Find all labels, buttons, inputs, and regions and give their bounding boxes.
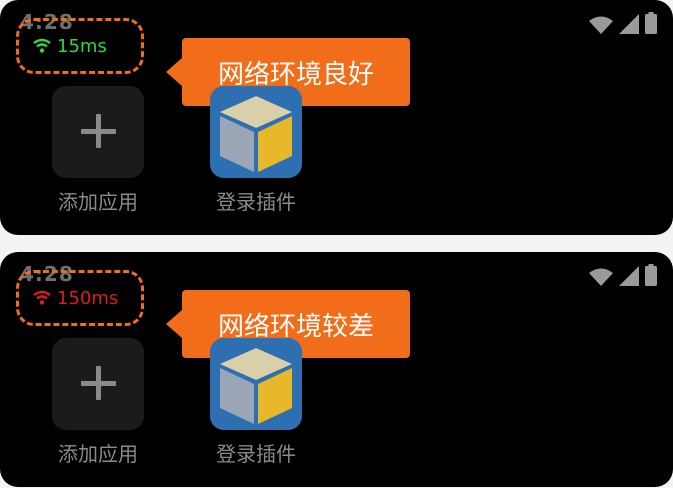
login-plugin-label: 登录插件: [216, 442, 296, 466]
add-app-button[interactable]: [52, 338, 144, 430]
latency-value: 15ms: [57, 35, 107, 57]
add-app-button[interactable]: [52, 86, 144, 178]
battery-icon: [645, 264, 657, 286]
wifi-signal-icon: [589, 16, 613, 34]
add-app-label: 添加应用: [58, 190, 138, 214]
cellular-signal-icon: [619, 14, 639, 34]
plus-icon: [81, 114, 116, 148]
plugin-cube-icon: [210, 338, 302, 430]
latency-value: 150ms: [57, 287, 119, 309]
wifi-signal-icon: [589, 268, 613, 286]
latency-indicator: 15ms: [16, 18, 144, 74]
login-plugin-label: 登录插件: [216, 190, 296, 214]
plugin-cube-icon: [210, 86, 302, 178]
cellular-signal-icon: [619, 266, 639, 286]
battery-icon: [645, 12, 657, 34]
login-plugin-button[interactable]: [210, 86, 302, 178]
plus-icon: [81, 366, 116, 400]
wifi-icon: [33, 290, 51, 305]
login-plugin-button[interactable]: [210, 338, 302, 430]
preview-panel-bad: 4:28 150ms 网络环境较差 添加应用 登录插件: [0, 252, 673, 487]
add-app-label: 添加应用: [58, 442, 138, 466]
preview-panel-good: 4:28 15ms 网络环境良好 添加应用 登录插件: [0, 0, 673, 235]
wifi-icon: [33, 38, 51, 53]
latency-indicator: 150ms: [16, 270, 144, 326]
status-bar-icons: [589, 264, 657, 286]
status-bar-icons: [589, 12, 657, 34]
